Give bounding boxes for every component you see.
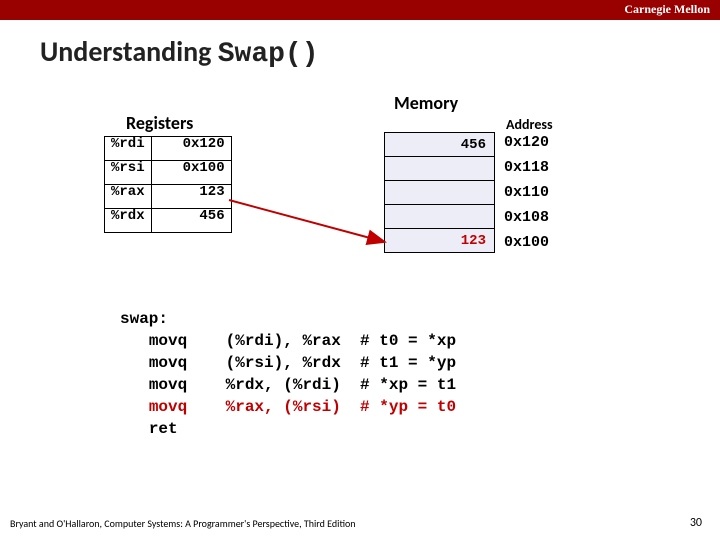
code-args: %rdx, (%rdi): [226, 376, 341, 394]
registers-heading: Registers: [126, 112, 193, 134]
footer-text: Bryant and O'Hallaron, Computer Systems:…: [10, 517, 356, 530]
code-args: %rax, (%rsi): [226, 398, 341, 416]
register-name: %rdx: [105, 209, 152, 233]
code-instr: ret: [149, 420, 178, 438]
code-comment: # t0 = *xp: [360, 332, 456, 350]
code-instr: movq: [149, 354, 187, 372]
memory-cell: 123: [385, 229, 495, 253]
title-func: Swap(): [218, 39, 319, 70]
institution-label: Carnegie Mellon: [624, 2, 710, 17]
title-prefix: Understanding: [40, 34, 218, 69]
code-args: (%rsi), %rdx: [226, 354, 341, 372]
register-name: %rsi: [105, 161, 152, 185]
code-label: swap:: [120, 310, 168, 328]
code-comment: # *yp = t0: [360, 398, 456, 416]
address-heading: Address: [506, 116, 553, 133]
register-row: %rsi0x100: [105, 161, 232, 185]
register-row: %rdx456: [105, 209, 232, 233]
memory-address: 0x118: [504, 159, 549, 176]
registers-table: %rdi0x120 %rsi0x100 %rax123 %rdx456: [104, 136, 232, 233]
slide-title: Understanding Swap(): [40, 34, 319, 70]
memory-cell: [385, 181, 495, 205]
page-number: 30: [690, 516, 702, 530]
arrow-rax-to-mem: [215, 140, 405, 260]
register-value: 456: [151, 209, 231, 233]
register-name: %rax: [105, 185, 152, 209]
register-row: %rax123: [105, 185, 232, 209]
register-value: 123: [151, 185, 231, 209]
code-instr: movq: [149, 398, 187, 416]
memory-cell: 456: [385, 133, 495, 157]
register-row: %rdi0x120: [105, 137, 232, 161]
memory-cell: [385, 157, 495, 181]
memory-address: 0x108: [504, 209, 549, 226]
top-bar: [0, 0, 720, 20]
memory-address: 0x100: [504, 234, 549, 251]
code-comment: # *xp = t1: [360, 376, 456, 394]
register-value: 0x100: [151, 161, 231, 185]
memory-cell: [385, 205, 495, 229]
memory-table: 456 123: [384, 132, 495, 253]
memory-address: 0x120: [504, 134, 549, 151]
code-instr: movq: [149, 376, 187, 394]
code-comment: # t1 = *yp: [360, 354, 456, 372]
memory-address: 0x110: [504, 184, 549, 201]
code-args: (%rdi), %rax: [226, 332, 341, 350]
register-value: 0x120: [151, 137, 231, 161]
code-block: swap: movq (%rdi), %rax # t0 = *xp movq …: [120, 308, 456, 440]
register-name: %rdi: [105, 137, 152, 161]
code-instr: movq: [149, 332, 187, 350]
memory-heading: Memory: [394, 92, 458, 114]
